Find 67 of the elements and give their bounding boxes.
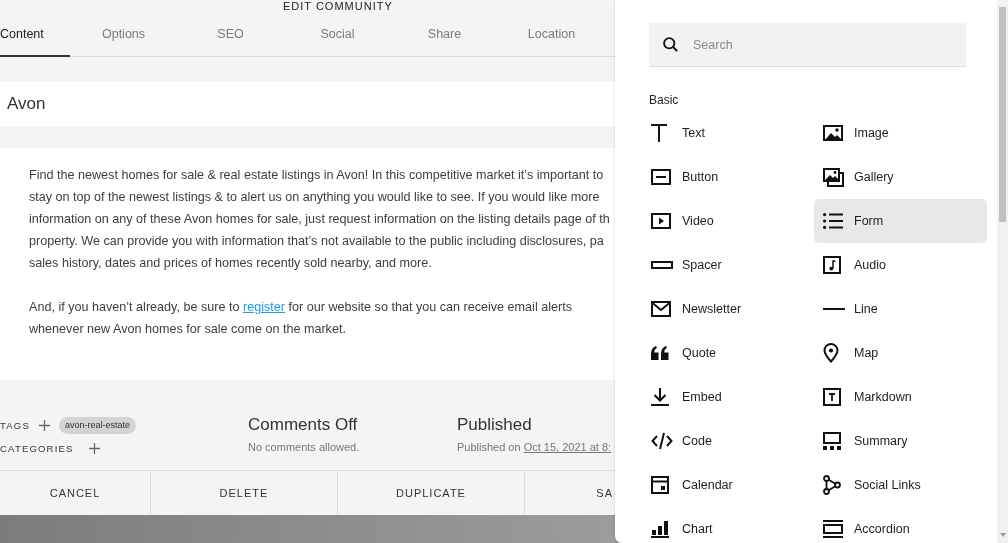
- tab[interactable]: SEO: [177, 12, 284, 57]
- block-item[interactable]: Video: [642, 199, 814, 243]
- comments-note: No comments allowed.: [248, 440, 360, 455]
- plus-icon[interactable]: [88, 442, 100, 454]
- block-item[interactable]: Code: [642, 419, 814, 463]
- dialog-title: EDIT COMMUNITY: [283, 0, 393, 12]
- dialog-button[interactable]: SA: [525, 471, 615, 515]
- comments-status[interactable]: Comments Off: [248, 415, 358, 435]
- section-heading: Basic: [649, 93, 680, 107]
- music-note-icon: [823, 256, 841, 274]
- tag-chip[interactable]: avon-real-estate: [58, 416, 136, 434]
- download-icon: [651, 388, 669, 406]
- line-icon: [823, 308, 845, 310]
- date-link[interactable]: Oct 15, 2021 at 8:: [523, 441, 612, 453]
- envelope-icon: [651, 301, 671, 317]
- block-item[interactable]: Summary: [814, 419, 987, 463]
- accordion-icon: [823, 520, 843, 538]
- block-item[interactable]: Text: [642, 111, 814, 155]
- tab[interactable]: Location: [498, 12, 605, 57]
- block-item[interactable]: Spacer: [642, 243, 814, 287]
- tags-label: TAGS: [0, 419, 30, 431]
- block-item[interactable]: Gallery: [814, 155, 987, 199]
- quote-icon: [651, 346, 669, 360]
- text-icon: [651, 124, 667, 142]
- block-item[interactable]: Map: [814, 331, 987, 375]
- gallery-icon: [823, 167, 844, 187]
- block-item[interactable]: Chart: [642, 507, 814, 543]
- list-icon: [823, 213, 843, 229]
- share-nodes-icon: [823, 475, 841, 495]
- publish-date-text: Published on Oct 15, 2021 at 8:: [457, 440, 612, 455]
- button-icon: [651, 169, 671, 185]
- block-item[interactable]: Social Links: [814, 463, 987, 507]
- block-item[interactable]: Quote: [642, 331, 814, 375]
- body-paragraph: And, if you haven’t already, be sure to register for our website so that you can receive email alerts whenever new Avon homes for sale come on the market.: [29, 299, 572, 338]
- body-paragraph: Find the newest homes for sale & real estate listings in Avon! In this competitive market it’s important to stay on top of the newest listings & to alert us on anything you would like to see. If you would like more information on any of these Avon homes for sale, just request information on the listing details page of th property. We can provide you with information that’s not available to the public including disclosures, pa sales history, dates and prices of homes recently sold nearby, and more.: [29, 167, 610, 272]
- tab[interactable]: Share: [391, 12, 498, 57]
- tab[interactable]: Social: [284, 12, 391, 57]
- tab[interactable]: Content: [0, 12, 70, 57]
- block-item[interactable]: Audio: [814, 243, 987, 287]
- block-item[interactable]: Button: [642, 155, 814, 199]
- block-item[interactable]: Accordion: [814, 507, 987, 543]
- block-item[interactable]: Image: [814, 111, 987, 155]
- video-icon: [651, 213, 671, 229]
- block-item[interactable]: Markdown: [814, 375, 987, 419]
- plus-icon[interactable]: [38, 419, 50, 431]
- block-item[interactable]: Calendar: [642, 463, 814, 507]
- bar-chart-icon: [651, 520, 669, 538]
- image-icon: [823, 125, 843, 141]
- block-item[interactable]: Newsletter: [642, 287, 814, 331]
- layout-icon: [823, 432, 841, 450]
- code-icon: [651, 432, 673, 450]
- scrollbar[interactable]: [997, 0, 1008, 543]
- calendar-icon: [651, 476, 669, 494]
- block-item[interactable]: Embed: [642, 375, 814, 419]
- map-pin-icon: [823, 343, 839, 363]
- publish-status[interactable]: Published: [457, 415, 532, 435]
- block-item[interactable]: Line: [814, 287, 987, 331]
- spacer-icon: [651, 261, 673, 269]
- tab[interactable]: Options: [70, 12, 177, 57]
- content-editor[interactable]: [0, 148, 615, 380]
- scrollbar-thumb[interactable]: [999, 7, 1006, 222]
- search-field[interactable]: Search: [649, 23, 966, 67]
- block-item[interactable]: Form: [814, 199, 987, 243]
- title-field[interactable]: Avon: [0, 82, 615, 126]
- categories-label: CATEGORIES: [0, 442, 74, 454]
- text-box-icon: [823, 388, 841, 406]
- search-icon: [663, 37, 678, 52]
